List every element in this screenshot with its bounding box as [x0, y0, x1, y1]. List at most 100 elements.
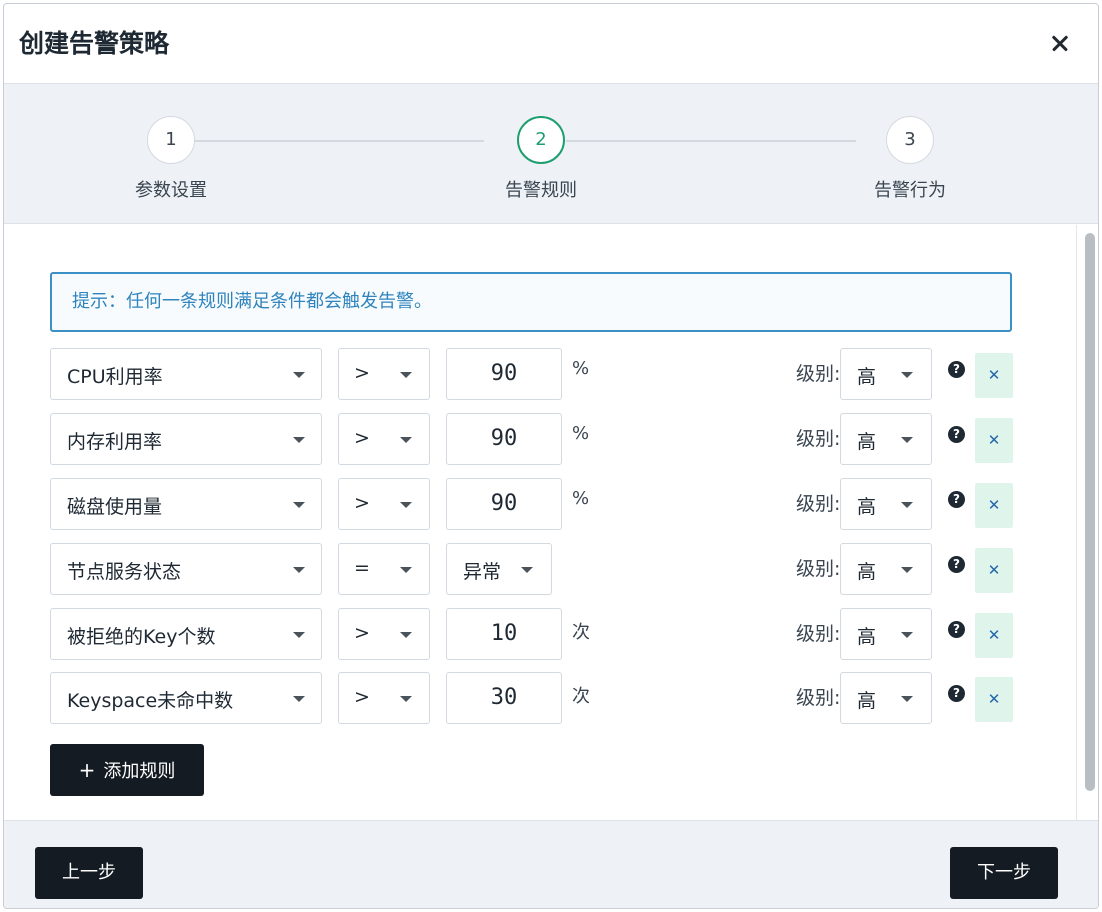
rule-row: CPU利用率 > 90 % 级别: 高 ? ✕	[50, 348, 1014, 400]
caret-down-icon	[901, 372, 913, 378]
metric-select[interactable]: CPU利用率	[50, 348, 322, 400]
next-step-button[interactable]: 下一步	[950, 847, 1058, 899]
delete-rule-button[interactable]: ✕	[975, 677, 1013, 722]
level-select[interactable]: 高	[840, 413, 932, 465]
operator-select[interactable]: >	[338, 478, 430, 530]
caret-down-icon	[293, 632, 305, 638]
metric-value: Keyspace未命中数	[67, 690, 234, 712]
caret-down-icon	[901, 696, 913, 702]
operator-value: >	[354, 362, 370, 384]
question-circle-icon[interactable]: ?	[948, 491, 965, 508]
metric-select[interactable]: 被拒绝的Key个数	[50, 608, 322, 660]
delete-rule-button[interactable]: ✕	[975, 613, 1013, 658]
x-icon: ✕	[987, 690, 1001, 708]
plus-icon: +	[78, 758, 96, 782]
unit-label: %	[572, 423, 590, 444]
caret-down-icon	[400, 372, 412, 378]
rule-row: Keyspace未命中数 > 30 次 级别: 高 ? ✕	[50, 672, 1014, 724]
level-label: 级别:	[796, 493, 841, 515]
prev-step-button[interactable]: 上一步	[35, 847, 143, 899]
operator-value: =	[354, 557, 370, 579]
caret-down-icon	[293, 696, 305, 702]
dialog-footer: 上一步 下一步	[4, 820, 1098, 908]
metric-select[interactable]: 磁盘使用量	[50, 478, 322, 530]
operator-select[interactable]: >	[338, 348, 430, 400]
level-value: 高	[857, 431, 877, 453]
scrollbar[interactable]	[1076, 225, 1098, 820]
operator-select[interactable]: >	[338, 413, 430, 465]
level-label: 级别:	[796, 558, 841, 580]
level-label: 级别:	[796, 623, 841, 645]
metric-select[interactable]: 内存利用率	[50, 413, 322, 465]
delete-rule-button[interactable]: ✕	[975, 483, 1013, 528]
level-select[interactable]: 高	[840, 348, 932, 400]
x-icon: ✕	[987, 496, 1001, 514]
question-circle-icon[interactable]: ?	[948, 556, 965, 573]
operator-select[interactable]: =	[338, 543, 430, 595]
dialog-title: 创建告警策略	[19, 29, 170, 58]
level-label: 级别:	[796, 428, 841, 450]
question-circle-icon[interactable]: ?	[948, 621, 965, 638]
caret-down-icon	[521, 567, 533, 573]
delete-rule-button[interactable]: ✕	[975, 353, 1013, 398]
threshold-input[interactable]: 90	[446, 478, 562, 530]
delete-rule-button[interactable]: ✕	[975, 548, 1013, 593]
step-number: 3	[886, 116, 934, 164]
caret-down-icon	[293, 502, 305, 508]
rule-row: 内存利用率 > 90 % 级别: 高 ? ✕	[50, 413, 1014, 465]
caret-down-icon	[901, 502, 913, 508]
threshold-input[interactable]: 10	[446, 608, 562, 660]
operator-select[interactable]: >	[338, 672, 430, 724]
scrollbar-thumb[interactable]	[1085, 233, 1095, 791]
add-rule-label: 添加规则	[103, 761, 176, 782]
close-icon[interactable]	[1044, 28, 1076, 60]
metric-select[interactable]: Keyspace未命中数	[50, 672, 322, 724]
metric-value: 节点服务状态	[67, 561, 182, 583]
caret-down-icon	[293, 372, 305, 378]
level-label: 级别:	[796, 687, 841, 709]
rules-panel: 提示：任何一条规则满足条件都会触发告警。 CPU利用率 > 90 % 级别: 高…	[4, 225, 1098, 820]
metric-select[interactable]: 节点服务状态	[50, 543, 322, 595]
level-select[interactable]: 高	[840, 478, 932, 530]
level-value: 高	[857, 496, 877, 518]
caret-down-icon	[400, 567, 412, 573]
question-circle-icon[interactable]: ?	[948, 685, 965, 702]
add-rule-button[interactable]: + 添加规则	[50, 744, 204, 796]
level-value: 高	[857, 366, 877, 388]
threshold-input[interactable]: 30	[446, 672, 562, 724]
caret-down-icon	[400, 632, 412, 638]
metric-value: CPU利用率	[67, 366, 163, 388]
caret-down-icon	[293, 437, 305, 443]
unit-label: 次	[572, 686, 590, 707]
caret-down-icon	[400, 502, 412, 508]
delete-rule-button[interactable]: ✕	[975, 418, 1013, 463]
question-circle-icon[interactable]: ?	[948, 426, 965, 443]
level-label: 级别:	[796, 363, 841, 385]
step-connector	[566, 140, 856, 142]
unit-label: 次	[572, 622, 590, 643]
caret-down-icon	[901, 437, 913, 443]
caret-down-icon	[901, 567, 913, 573]
state-select[interactable]: 异常	[446, 543, 552, 595]
step-number: 2	[517, 116, 565, 164]
rule-row: 磁盘使用量 > 90 % 级别: 高 ? ✕	[50, 478, 1014, 530]
level-select[interactable]: 高	[840, 672, 932, 724]
step-indicator: 1 参数设置 2 告警规则 3 告警行为	[4, 84, 1098, 224]
caret-down-icon	[901, 632, 913, 638]
caret-down-icon	[400, 696, 412, 702]
level-select[interactable]: 高	[840, 608, 932, 660]
level-value: 高	[857, 626, 877, 648]
step-number: 1	[147, 116, 195, 164]
unit-label: %	[572, 358, 590, 379]
threshold-input[interactable]: 90	[446, 348, 562, 400]
operator-select[interactable]: >	[338, 608, 430, 660]
level-value: 高	[857, 561, 877, 583]
question-circle-icon[interactable]: ?	[948, 361, 965, 378]
threshold-input[interactable]: 90	[446, 413, 562, 465]
caret-down-icon	[400, 437, 412, 443]
step-label: 告警行为	[874, 180, 946, 201]
level-select[interactable]: 高	[840, 543, 932, 595]
unit-label: %	[572, 488, 590, 509]
x-icon: ✕	[987, 366, 1001, 384]
metric-value: 磁盘使用量	[67, 496, 163, 518]
